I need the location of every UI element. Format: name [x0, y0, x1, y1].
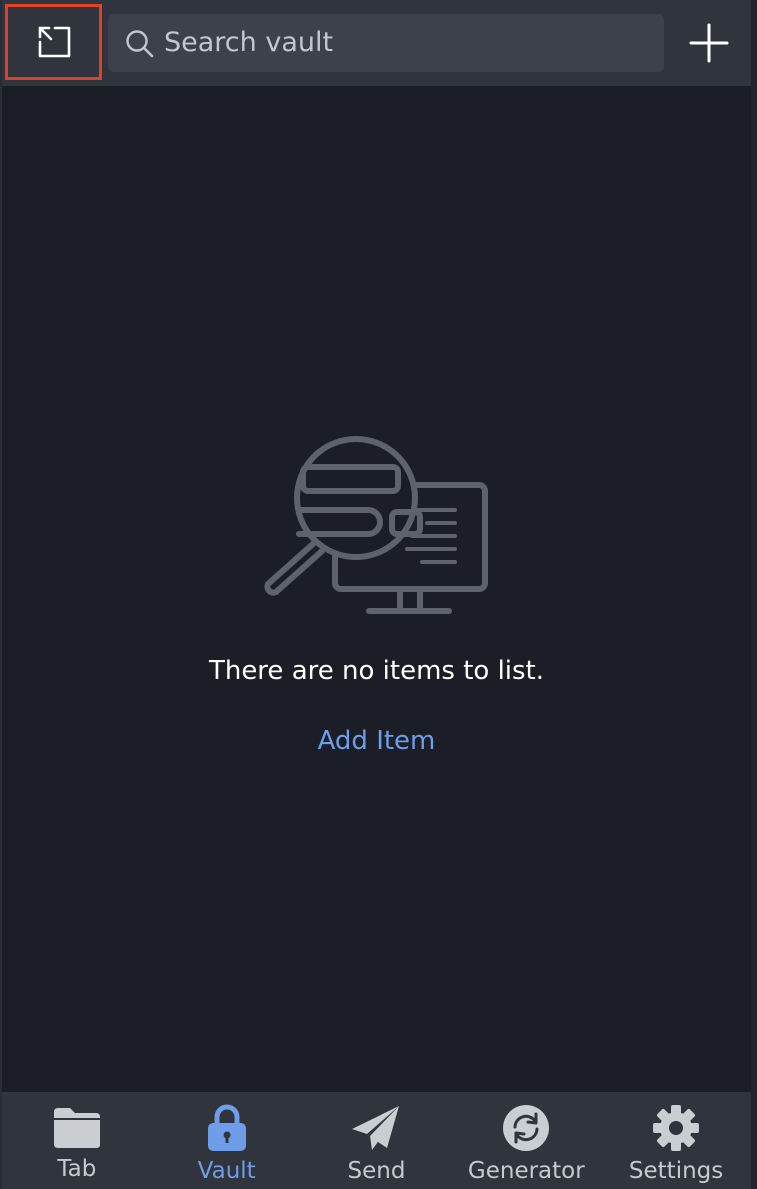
- tab-tab[interactable]: Tab: [2, 1092, 152, 1189]
- tab-label: Tab: [57, 1156, 97, 1182]
- popout-button[interactable]: [5, 4, 102, 80]
- add-item-link[interactable]: Add Item: [318, 726, 436, 756]
- tab-send[interactable]: Send: [302, 1092, 452, 1189]
- search-icon: [126, 30, 154, 58]
- window-edge-right: [751, 0, 757, 1189]
- tab-label: Send: [347, 1158, 406, 1184]
- add-button[interactable]: [682, 16, 736, 70]
- bitwarden-popup: Search vault There are no items to list.…: [2, 0, 751, 1189]
- popout-icon: [38, 26, 70, 58]
- tab-label: Vault: [197, 1158, 256, 1184]
- tab-label: Settings: [628, 1158, 724, 1184]
- tab-generator[interactable]: Generator: [451, 1092, 601, 1189]
- lock-icon: [207, 1104, 246, 1151]
- top-header: Search vault: [2, 0, 751, 86]
- empty-message: There are no items to list.: [208, 656, 545, 686]
- tab-vault[interactable]: Vault: [152, 1092, 302, 1189]
- empty-state: There are no items to list. Add Item: [2, 430, 751, 756]
- paper-plane-icon: [352, 1106, 400, 1150]
- refresh-icon: [503, 1105, 550, 1151]
- bottom-tab-bar: Tab Vault Send Generator Settings: [2, 1092, 751, 1189]
- tab-settings[interactable]: Settings: [601, 1092, 751, 1189]
- folder-icon: [53, 1108, 100, 1148]
- gear-icon: [653, 1105, 700, 1151]
- search-placeholder: Search vault: [164, 27, 334, 58]
- search-monitor-illustration: [263, 436, 488, 614]
- search-input[interactable]: Search vault: [108, 14, 664, 72]
- tab-label: Generator: [467, 1158, 585, 1184]
- plus-icon: [689, 23, 729, 63]
